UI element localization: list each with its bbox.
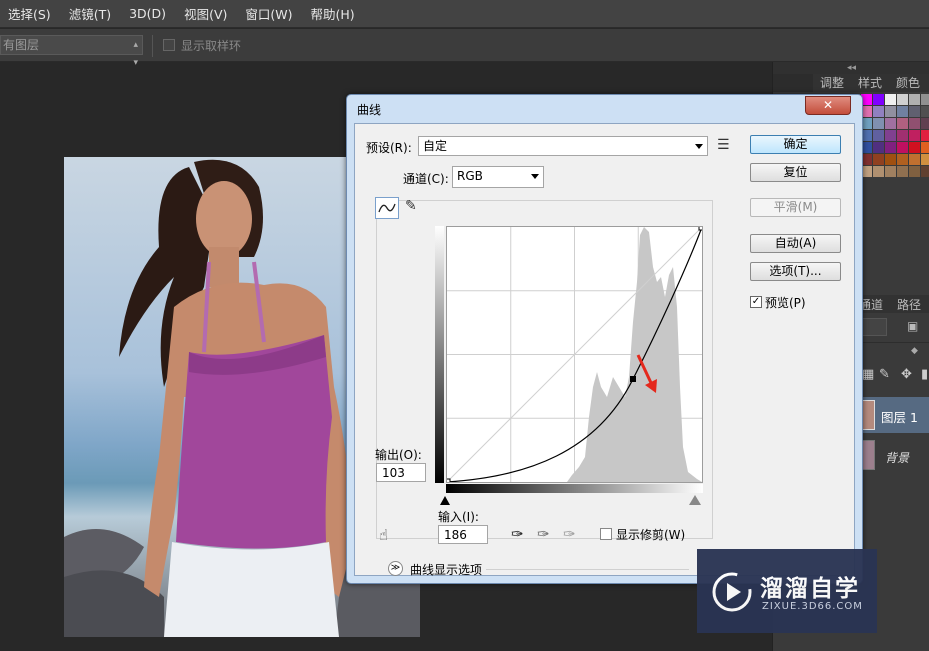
layer-thumbnail (861, 400, 875, 430)
curve-tool-icon (378, 203, 396, 213)
opacity-row: ◆ (859, 342, 929, 364)
sample-ring-label: 显示取样环 (181, 39, 242, 53)
updown-arrow-icon: ▴ ▾ (133, 40, 138, 68)
move-icon[interactable]: ✥ (901, 367, 912, 382)
layer-controls-row: ▣ (859, 315, 929, 339)
checker-icon[interactable]: ▦ (862, 367, 874, 382)
input-label: 输入(I): (438, 510, 479, 524)
chevron-down-icon (695, 144, 703, 149)
lock-icon[interactable]: ▮ (921, 367, 928, 382)
chevron-double-down-icon: ≫ (390, 563, 401, 573)
input-gradient-bar (446, 484, 703, 493)
watermark-url: ZIXUE.3D66.COM (762, 601, 863, 612)
hand-adjust-icon[interactable]: ☝ (379, 526, 388, 544)
preset-value: 自定 (423, 139, 448, 153)
menu-view[interactable]: 视图(V) (184, 4, 227, 23)
curve-endpoint[interactable] (445, 478, 451, 484)
layer-thumbnail (861, 440, 875, 470)
output-field[interactable]: 103 (376, 463, 426, 482)
options-divider (486, 569, 689, 570)
preset-dropdown[interactable]: 自定 (418, 136, 708, 156)
preset-label: 预设(R): (366, 141, 412, 155)
white-point-slider[interactable] (689, 495, 701, 505)
sample-layer-select[interactable]: 有图层 ▴ ▾ (0, 35, 143, 68)
output-label: 输出(O): (375, 448, 422, 462)
dialog-body: 预设(R): 自定 ☰ 通道(C): RGB ✎ 输出(O): 103 输入(I… (354, 123, 855, 577)
gray-eyedropper-icon[interactable]: ✑ (537, 525, 550, 543)
layer-row-background[interactable]: 背景 (859, 437, 929, 473)
tab-adjustments[interactable]: 调整 (813, 74, 851, 92)
options-bar: 有图层 ▴ ▾ 显示取样环 (0, 29, 929, 68)
sample-ring-checkbox[interactable] (163, 39, 175, 51)
channel-value: RGB (457, 169, 483, 183)
menu-help[interactable]: 帮助(H) (311, 4, 355, 23)
reset-button[interactable]: 复位 (750, 163, 841, 182)
image-icon: ▣ (907, 319, 919, 333)
panel-collapse-icon[interactable]: ◂◂ (773, 62, 929, 74)
channel-dropdown[interactable]: RGB (452, 166, 544, 188)
black-eyedropper-icon[interactable]: ✑ (511, 525, 524, 543)
close-icon: ✕ (822, 98, 834, 112)
tab-color[interactable]: 颜色 (889, 74, 927, 92)
auto-button[interactable]: 自动(A) (750, 234, 841, 253)
layer-kind-select[interactable] (859, 318, 887, 336)
menu-bar: 选择(S) 滤镜(T) 3D(D) 视图(V) 窗口(W) 帮助(H) (0, 0, 929, 28)
adjustments-tabs: 调整 样式 颜色 (773, 74, 929, 92)
chevron-down-icon (531, 174, 539, 179)
play-logo-icon (712, 572, 752, 612)
watermark-logo: 溜溜自学 ZIXUE.3D66.COM (697, 549, 877, 633)
show-clipping-checkbox[interactable] (600, 528, 612, 540)
curves-graph[interactable] (445, 225, 704, 484)
preview-checkbox[interactable]: ✓ (750, 296, 762, 308)
menu-filter[interactable]: 滤镜(T) (69, 4, 111, 23)
white-eyedropper-icon[interactable]: ✑ (563, 525, 576, 543)
curves-dialog: 曲线 ✕ 预设(R): 自定 ☰ 通道(C): RGB ✎ 输出(O): 103… (346, 94, 863, 584)
curve-point[interactable] (630, 376, 636, 382)
black-point-slider[interactable] (440, 496, 450, 505)
close-button[interactable]: ✕ (805, 96, 851, 115)
toolbar-divider (152, 35, 153, 57)
curves-graph-svg (445, 225, 704, 484)
updown-arrow-icon[interactable]: ◆ (911, 346, 918, 356)
options-button[interactable]: 选项(T)... (750, 262, 841, 281)
curve-options-label: 曲线显示选项 (410, 563, 483, 577)
pencil-icon[interactable]: ✎ (405, 198, 417, 214)
panel-icon-strip (773, 74, 813, 92)
layer-row-1[interactable]: 图层 1 (859, 397, 929, 433)
swatch-grid[interactable] (859, 94, 929, 210)
sample-layer-value: 有图层 (3, 38, 40, 52)
lock-icons: ▦ ✎ ✥ ▮ (859, 367, 929, 387)
layer-name: 图层 1 (881, 410, 918, 425)
expand-options-button[interactable]: ≫ (388, 561, 403, 576)
ok-button[interactable]: 确定 (750, 135, 841, 154)
layer-name: 背景 (885, 451, 910, 465)
curve-endpoint[interactable] (698, 225, 704, 231)
layers-tabs: 通道 路径 (859, 295, 929, 313)
dialog-title: 曲线 (357, 103, 382, 117)
menu-window[interactable]: 窗口(W) (245, 4, 292, 23)
input-field[interactable]: 186 (438, 525, 488, 544)
curve-edit-tool[interactable] (375, 197, 399, 219)
show-clipping-label: 显示修剪(W) (616, 528, 686, 542)
watermark-brand: 溜溜自学 (760, 576, 860, 602)
brush-icon[interactable]: ✎ (879, 367, 890, 382)
menu-select[interactable]: 选择(S) (8, 4, 51, 23)
smooth-button[interactable]: 平滑(M) (750, 198, 841, 217)
channel-label: 通道(C): (401, 170, 451, 187)
menu-3d[interactable]: 3D(D) (129, 6, 166, 21)
preset-options-icon[interactable]: ☰ (717, 137, 730, 153)
tab-paths[interactable]: 路径 (897, 296, 921, 313)
tab-styles[interactable]: 样式 (851, 74, 889, 92)
output-gradient-bar (435, 226, 444, 483)
preview-label: 预览(P) (765, 296, 806, 310)
